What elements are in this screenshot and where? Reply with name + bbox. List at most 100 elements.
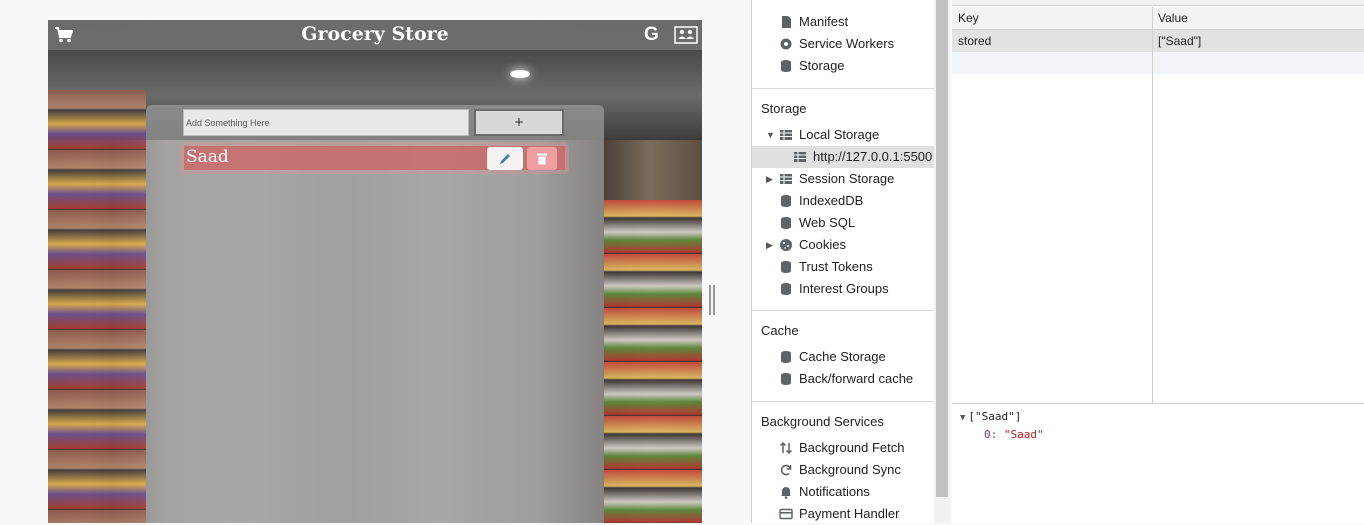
sidebar-item-storage[interactable]: Storage [752, 55, 935, 77]
shelf-background-left [48, 90, 146, 523]
grocery-app: Grocery Store G Add Something Here + Saa… [48, 20, 702, 523]
sidebar-item-label: Cache Storage [799, 349, 886, 364]
app-viewport: Grocery Store G Add Something Here + Saa… [0, 0, 725, 523]
sidebar-item-payment-handler[interactable]: Payment Handler [752, 503, 935, 525]
expanded-arrow-icon[interactable]: ▼ [960, 413, 965, 423]
gear-icon [780, 38, 792, 50]
credit-card-icon [779, 508, 793, 520]
sidebar-item-cache-storage[interactable]: Cache Storage [752, 346, 935, 368]
trash-icon [537, 153, 547, 164]
value-preview: ▼ ["Saad"] 0: "Saad" [960, 410, 1044, 441]
sidebar-item-manifest[interactable]: Manifest [752, 11, 935, 33]
divider [752, 401, 935, 402]
sidebar-scrollbar[interactable] [934, 0, 950, 523]
google-icon[interactable]: G [644, 25, 664, 45]
edit-item-button[interactable] [487, 147, 523, 170]
sidebar-item-label: Cookies [799, 237, 846, 252]
table-icon [780, 174, 792, 184]
shelf-background-right [604, 200, 702, 523]
expanded-arrow-icon[interactable]: ▼ [766, 124, 775, 146]
people-icon[interactable] [674, 26, 698, 44]
ceiling-light [510, 70, 530, 78]
sidebar-item-label: Back/forward cache [799, 371, 914, 386]
sidebar-item-label: http://127.0.0.1:5500 [813, 149, 933, 164]
sidebar-item-session-storage[interactable]: ▶ Session Storage [752, 168, 935, 190]
document-icon [782, 16, 791, 28]
divider [752, 88, 935, 89]
sidebar-item-indexeddb[interactable]: IndexedDB [752, 190, 935, 212]
sidebar-item-local-storage-origin[interactable]: http://127.0.0.1:5500 [752, 146, 935, 168]
empty-table-row[interactable] [952, 52, 1364, 74]
sidebar-item-service-workers[interactable]: Service Workers [752, 33, 935, 55]
preview-value: "Saad" [1003, 428, 1044, 441]
column-divider[interactable] [1152, 7, 1153, 403]
database-icon [781, 261, 791, 273]
table-row[interactable]: stored ["Saad"] [952, 30, 1364, 52]
sidebar-item-label: Service Workers [799, 36, 895, 51]
sidebar-item-label: IndexedDB [799, 193, 864, 208]
list-item: Saad [180, 142, 569, 174]
bell-icon [781, 487, 791, 499]
sidebar-item-cookies[interactable]: ▶ Cookies [752, 234, 935, 256]
sidebar-item-label: Session Storage [799, 171, 895, 186]
row-value[interactable]: ["Saad"] [1158, 34, 1201, 48]
up-down-arrows-icon [779, 441, 793, 455]
section-title-cache: Cache [761, 323, 799, 338]
collapsed-arrow-icon[interactable]: ▶ [766, 234, 773, 256]
sidebar-item-label: Interest Groups [799, 281, 889, 296]
sidebar-item-label: Background Fetch [799, 440, 905, 455]
application-sidebar: Manifest Service Workers Storage Storage… [751, 0, 935, 525]
sidebar-item-web-sql[interactable]: Web SQL [752, 212, 935, 234]
database-icon [781, 283, 791, 295]
sidebar-item-background-fetch[interactable]: Background Fetch [752, 437, 935, 459]
sidebar-item-interest-groups[interactable]: Interest Groups [752, 278, 935, 300]
toolbar-strip [952, 0, 1364, 6]
app-header: Grocery Store G [48, 20, 702, 50]
section-title-background-services: Background Services [761, 414, 884, 429]
sidebar-item-label: Background Sync [799, 462, 901, 477]
sidebar-item-label: Trust Tokens [799, 259, 873, 274]
sidebar-item-label: Local Storage [799, 127, 880, 142]
column-header-value[interactable]: Value [1158, 11, 1188, 25]
sidebar-item-label: Payment Handler [799, 506, 900, 521]
app-title: Grocery Store [301, 23, 449, 45]
add-item-input[interactable]: Add Something Here [183, 109, 469, 136]
preview-header[interactable]: ["Saad"] [968, 410, 1021, 423]
sidebar-item-label: Manifest [799, 14, 849, 29]
sidebar-item-bfcache[interactable]: Back/forward cache [752, 368, 935, 390]
table-header: Key Value [952, 7, 1364, 30]
add-item-button[interactable]: + [474, 109, 564, 136]
sidebar-item-local-storage[interactable]: ▼ Local Storage [752, 124, 935, 146]
local-storage-view: Key Value stored ["Saad"] ▼ ["Saad"] 0: "… [952, 0, 1364, 523]
column-header-key[interactable]: Key [958, 11, 979, 25]
database-icon [781, 60, 791, 72]
divider [752, 310, 935, 311]
sidebar-item-trust-tokens[interactable]: Trust Tokens [752, 256, 935, 278]
sidebar-item-label: Storage [799, 58, 845, 73]
list-item-text: Saad [186, 147, 229, 167]
table-icon [780, 130, 792, 140]
database-icon [781, 217, 791, 229]
sidebar-item-notifications[interactable]: Notifications [752, 481, 935, 503]
preview-index: 0: [984, 428, 998, 441]
row-key[interactable]: stored [958, 34, 991, 48]
sidebar-item-background-sync[interactable]: Background Sync [752, 459, 935, 481]
delete-item-button[interactable] [527, 147, 557, 170]
cookie-icon [780, 239, 792, 251]
database-icon [781, 195, 791, 207]
collapsed-arrow-icon[interactable]: ▶ [766, 168, 773, 190]
sidebar-item-label: Web SQL [799, 215, 856, 230]
section-title-storage: Storage [761, 101, 807, 116]
sync-icon [780, 464, 792, 476]
preview-entry: 0: "Saad" [984, 428, 1044, 441]
sidebar-item-label: Notifications [799, 484, 870, 499]
pencil-icon [500, 153, 510, 164]
table-icon [794, 152, 806, 162]
table-bottom-border [952, 403, 1364, 404]
scrollbar-thumb[interactable] [936, 0, 948, 497]
database-icon [781, 373, 791, 385]
list-item-row: Saad [184, 146, 565, 170]
viewport-resize-handle[interactable] [709, 285, 715, 315]
database-icon [781, 351, 791, 363]
grocery-list-panel: Add Something Here + Saad [146, 105, 604, 523]
